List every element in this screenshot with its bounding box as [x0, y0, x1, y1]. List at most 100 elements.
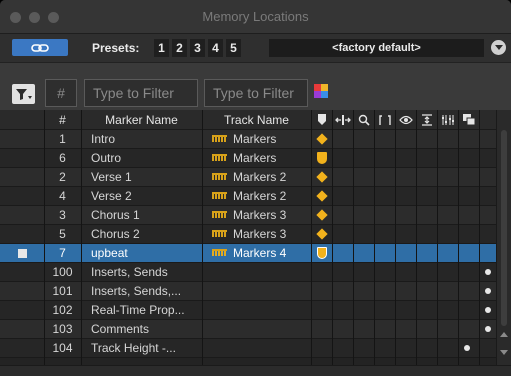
row-attribute-cell[interactable] [479, 206, 496, 224]
scroll-up-arrow-icon[interactable] [500, 332, 508, 337]
row-attribute-cell[interactable] [479, 225, 496, 243]
row-attribute-cell[interactable] [416, 282, 437, 300]
row-attribute-cell[interactable] [395, 301, 416, 319]
row-attribute-cell[interactable] [479, 168, 496, 186]
row-attribute-cell[interactable] [332, 149, 353, 167]
row-attribute-cell[interactable] [311, 263, 332, 281]
row-attribute-cell[interactable] [395, 168, 416, 186]
table-row[interactable]: 101 Inserts, Sends,... [0, 282, 511, 301]
row-select-cell[interactable] [0, 225, 44, 243]
row-attribute-cell[interactable] [311, 206, 332, 224]
row-attribute-cell[interactable] [311, 168, 332, 186]
row-attribute-cell[interactable] [458, 225, 479, 243]
row-attribute-cell[interactable] [353, 339, 374, 357]
row-attribute-cell[interactable] [311, 130, 332, 148]
marker-name[interactable]: Chorus 1 [81, 206, 202, 224]
row-attribute-cell[interactable] [437, 263, 458, 281]
table-row[interactable]: 4 Verse 2 Markers 2 [0, 187, 511, 206]
scrollbar-thumb[interactable] [501, 130, 507, 326]
row-attribute-cell[interactable] [437, 282, 458, 300]
preset-4-button[interactable]: 4 [208, 39, 223, 57]
table-row[interactable]: 6 Outro Markers [0, 149, 511, 168]
row-attribute-cell[interactable] [332, 168, 353, 186]
color-swatch-icon[interactable] [314, 84, 328, 98]
table-row[interactable]: 2 Verse 1 Markers 2 [0, 168, 511, 187]
table-row[interactable]: 5 Chorus 2 Markers 3 [0, 225, 511, 244]
row-attribute-cell[interactable] [416, 301, 437, 319]
scroll-down-arrow-icon[interactable] [500, 350, 508, 355]
marker-name[interactable]: Intro [81, 130, 202, 148]
track-name-filter-input[interactable]: Type to Filter [204, 79, 308, 107]
pre-post-roll-column-header[interactable] [374, 110, 395, 129]
row-attribute-cell[interactable] [458, 168, 479, 186]
row-attribute-cell[interactable] [311, 320, 332, 338]
number-filter-field[interactable]: # [45, 79, 77, 107]
row-attribute-cell[interactable] [458, 149, 479, 167]
row-attribute-cell[interactable] [353, 320, 374, 338]
preset-5-button[interactable]: 5 [226, 39, 241, 57]
row-attribute-cell[interactable] [395, 225, 416, 243]
row-attribute-cell[interactable] [416, 149, 437, 167]
row-attribute-cell[interactable] [332, 244, 353, 262]
table-row[interactable]: 100 Inserts, Sends [0, 263, 511, 282]
table-row[interactable]: 104 Track Height -... [0, 339, 511, 358]
marker-name[interactable]: Comments [81, 320, 202, 338]
row-attribute-cell[interactable] [479, 320, 496, 338]
row-attribute-cell[interactable] [374, 130, 395, 148]
row-attribute-cell[interactable] [374, 282, 395, 300]
row-attribute-cell[interactable] [374, 187, 395, 205]
row-attribute-cell[interactable] [353, 187, 374, 205]
row-attribute-cell[interactable] [374, 320, 395, 338]
row-attribute-cell[interactable] [395, 187, 416, 205]
row-attribute-cell[interactable] [458, 206, 479, 224]
row-attribute-cell[interactable] [416, 130, 437, 148]
row-attribute-cell[interactable] [437, 301, 458, 319]
row-attribute-cell[interactable] [332, 282, 353, 300]
row-select-cell[interactable] [0, 263, 44, 281]
row-attribute-cell[interactable] [353, 244, 374, 262]
marker-name-filter-input[interactable]: Type to Filter [84, 79, 198, 107]
row-attribute-cell[interactable] [395, 282, 416, 300]
row-attribute-cell[interactable] [437, 244, 458, 262]
filter-menu-button[interactable] [12, 84, 35, 104]
row-attribute-cell[interactable] [353, 301, 374, 319]
row-attribute-cell[interactable] [416, 225, 437, 243]
row-attribute-cell[interactable] [458, 130, 479, 148]
row-attribute-cell[interactable] [437, 187, 458, 205]
row-attribute-cell[interactable] [395, 320, 416, 338]
row-select-cell[interactable] [0, 168, 44, 186]
row-attribute-cell[interactable] [395, 263, 416, 281]
row-attribute-cell[interactable] [374, 263, 395, 281]
row-attribute-cell[interactable] [416, 168, 437, 186]
row-attribute-cell[interactable] [311, 225, 332, 243]
row-attribute-cell[interactable] [479, 282, 496, 300]
row-select-cell[interactable] [0, 187, 44, 205]
row-attribute-cell[interactable] [416, 244, 437, 262]
row-attribute-cell[interactable] [416, 320, 437, 338]
row-attribute-cell[interactable] [374, 225, 395, 243]
marker-name[interactable]: Inserts, Sends [81, 263, 202, 281]
table-row[interactable]: 7 upbeat Markers 4 [0, 244, 511, 263]
row-attribute-cell[interactable] [353, 263, 374, 281]
row-attribute-cell[interactable] [311, 301, 332, 319]
vertical-scrollbar[interactable] [496, 110, 511, 365]
row-attribute-cell[interactable] [416, 339, 437, 357]
row-attribute-cell[interactable] [332, 187, 353, 205]
window-config-column-header[interactable] [458, 110, 479, 129]
row-attribute-cell[interactable] [458, 244, 479, 262]
row-select-cell[interactable] [0, 301, 44, 319]
row-attribute-cell[interactable] [479, 339, 496, 357]
row-attribute-cell[interactable] [437, 320, 458, 338]
row-attribute-cell[interactable] [458, 282, 479, 300]
row-attribute-cell[interactable] [437, 168, 458, 186]
row-attribute-cell[interactable] [395, 339, 416, 357]
row-attribute-cell[interactable] [353, 149, 374, 167]
row-attribute-cell[interactable] [458, 301, 479, 319]
row-attribute-cell[interactable] [332, 130, 353, 148]
table-row[interactable]: 1 Intro Markers [0, 130, 511, 149]
row-attribute-cell[interactable] [416, 187, 437, 205]
table-row[interactable]: 103 Comments [0, 320, 511, 339]
row-attribute-cell[interactable] [332, 225, 353, 243]
row-attribute-cell[interactable] [479, 263, 496, 281]
group-enables-column-header[interactable] [437, 110, 458, 129]
